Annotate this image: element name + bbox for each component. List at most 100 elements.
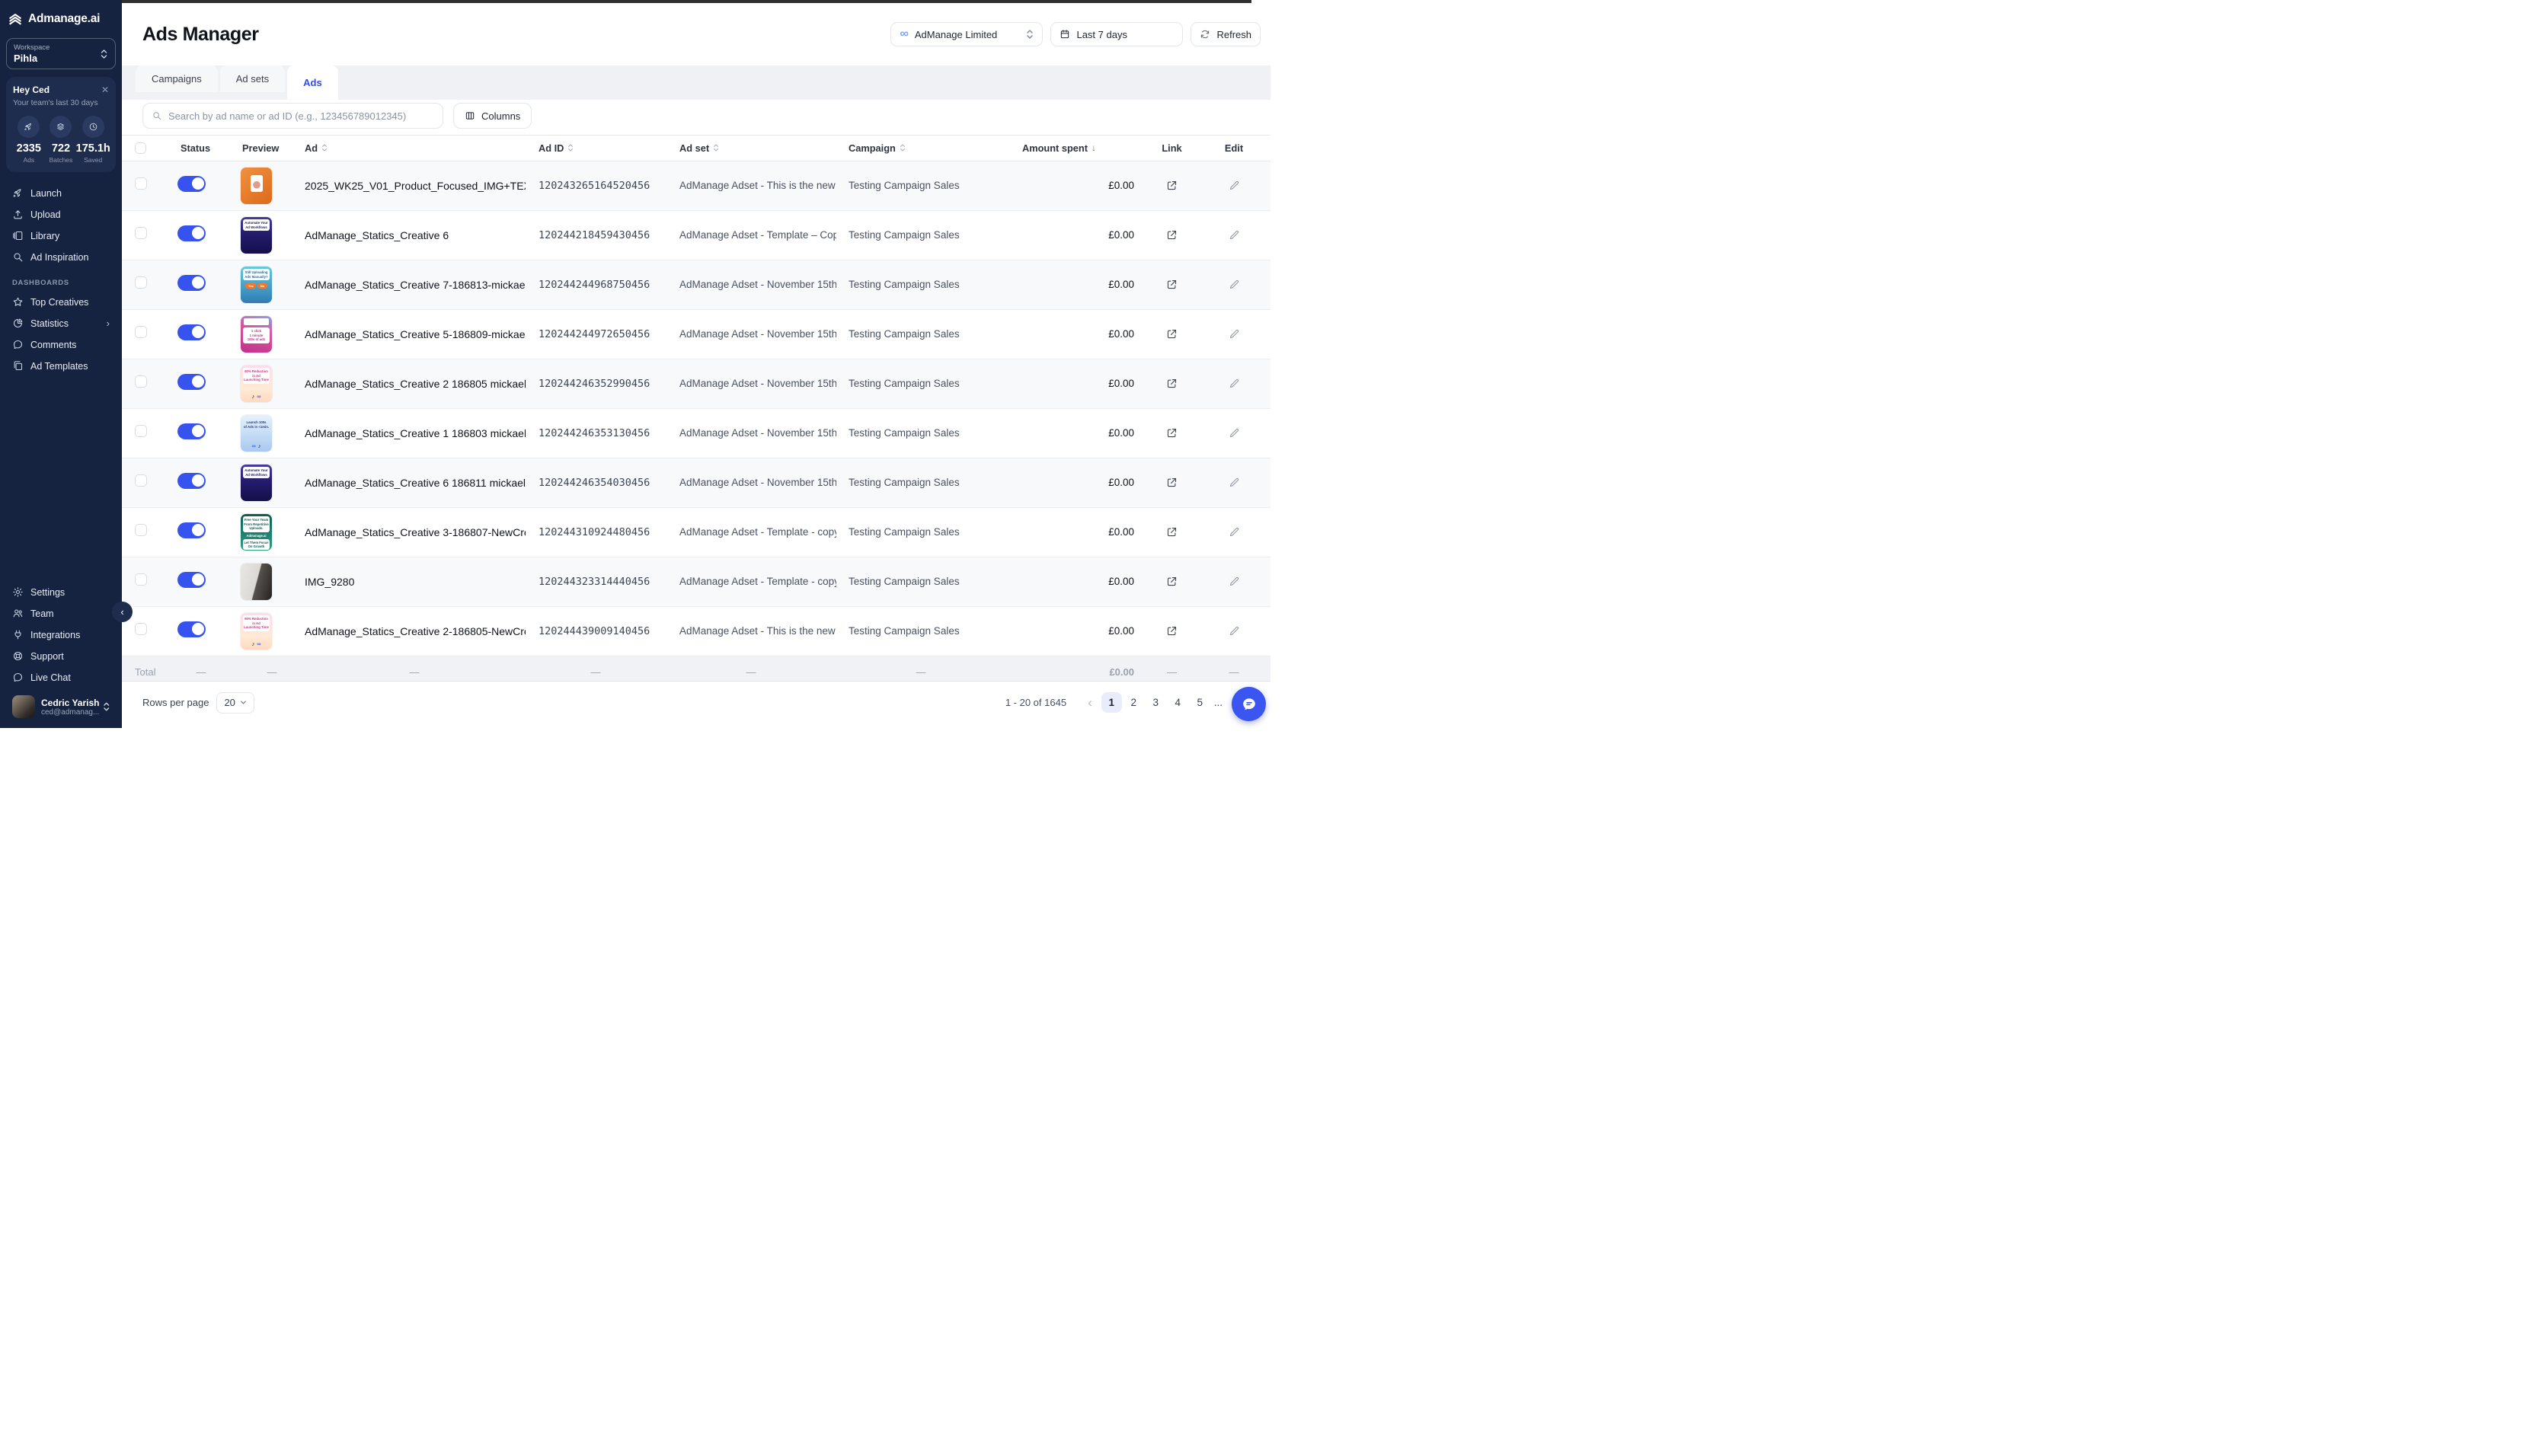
sidebar-item-top-creatives[interactable]: Top Creatives — [6, 292, 116, 312]
ad-name[interactable]: 2025_WK25_V01_Product_Focused_IMG+TEXT_( — [303, 180, 526, 192]
status-toggle[interactable] — [177, 423, 206, 439]
edit-pencil-icon[interactable] — [1229, 576, 1240, 587]
status-toggle[interactable] — [177, 324, 206, 340]
sidebar-item-upload[interactable]: Upload — [6, 204, 116, 225]
column-header-ad[interactable]: Ad — [303, 142, 526, 154]
external-link-icon[interactable] — [1166, 576, 1178, 587]
external-link-icon[interactable] — [1166, 229, 1178, 241]
ad-name[interactable]: AdManage_Statics_Creative 6 186811 micka… — [303, 477, 526, 489]
ad-account-selector[interactable]: ∞ AdManage Limited — [890, 22, 1043, 46]
brand-logo[interactable]: Admanage.ai — [0, 0, 122, 37]
ad-preview-thumbnail[interactable]: 90% Reductionin AdLaunching Time♪∞ — [241, 366, 272, 402]
row-checkbox[interactable] — [135, 425, 147, 437]
column-header-ad-id[interactable]: Ad ID — [526, 142, 666, 154]
edit-pencil-icon[interactable] — [1229, 427, 1240, 439]
select-all-checkbox[interactable] — [135, 142, 146, 154]
sidebar-item-integrations[interactable]: Integrations — [6, 624, 116, 645]
search-input[interactable] — [168, 110, 434, 122]
page-4-button[interactable]: 4 — [1168, 692, 1188, 713]
date-range-selector[interactable]: Last 7 days — [1050, 22, 1183, 46]
edit-pencil-icon[interactable] — [1229, 180, 1240, 191]
row-checkbox[interactable] — [135, 573, 147, 586]
ad-preview-thumbnail[interactable] — [241, 168, 272, 204]
status-toggle[interactable] — [177, 473, 206, 489]
status-toggle[interactable] — [177, 275, 206, 291]
ad-name[interactable]: AdManage_Statics_Creative 1 186803 micka… — [303, 427, 526, 439]
external-link-icon[interactable] — [1166, 526, 1178, 538]
tab-ads[interactable]: Ads — [287, 65, 338, 100]
ad-preview-thumbnail[interactable]: Automate YourAd Workflows — [241, 465, 272, 501]
row-checkbox[interactable] — [135, 326, 147, 338]
external-link-icon[interactable] — [1166, 477, 1178, 488]
status-toggle[interactable] — [177, 572, 206, 588]
edit-pencil-icon[interactable] — [1229, 279, 1240, 290]
edit-pencil-icon[interactable] — [1229, 378, 1240, 389]
ad-name[interactable]: AdManage_Statics_Creative 3-186807-NewCr… — [303, 526, 526, 538]
sidebar-item-comments[interactable]: Comments — [6, 334, 116, 355]
edit-pencil-icon[interactable] — [1229, 229, 1240, 241]
previous-page-button[interactable]: ‹ — [1080, 695, 1100, 710]
live-chat-fab[interactable] — [1232, 687, 1266, 721]
sidebar-collapse-button[interactable]: ‹ — [112, 602, 133, 622]
page-2-button[interactable]: 2 — [1123, 692, 1144, 713]
edit-pencil-icon[interactable] — [1229, 477, 1240, 488]
sidebar-item-support[interactable]: Support — [6, 646, 116, 666]
sidebar-item-settings[interactable]: Settings — [6, 582, 116, 602]
page-1-button[interactable]: 1 — [1101, 692, 1122, 713]
row-checkbox[interactable] — [135, 227, 147, 239]
sidebar-item-launch[interactable]: Launch — [6, 183, 116, 203]
sidebar-item-ad-inspiration[interactable]: Ad Inspiration — [6, 247, 116, 267]
row-checkbox[interactable] — [135, 474, 147, 487]
external-link-icon[interactable] — [1166, 328, 1178, 340]
refresh-button[interactable]: Refresh — [1191, 22, 1261, 46]
page-3-button[interactable]: 3 — [1146, 692, 1166, 713]
ad-preview-thumbnail[interactable] — [241, 564, 272, 600]
close-icon[interactable]: ✕ — [101, 85, 109, 94]
page-5-button[interactable]: 5 — [1190, 692, 1210, 713]
tab-ad-sets[interactable]: Ad sets — [220, 65, 285, 92]
ad-name[interactable]: IMG_9280 — [303, 576, 526, 588]
external-link-icon[interactable] — [1166, 378, 1178, 389]
ad-name[interactable]: AdManage_Statics_Creative 2 186805 micka… — [303, 378, 526, 390]
column-header-status[interactable]: Status — [161, 142, 241, 154]
status-toggle[interactable] — [177, 522, 206, 538]
edit-pencil-icon[interactable] — [1229, 328, 1240, 340]
edit-pencil-icon[interactable] — [1229, 625, 1240, 637]
status-toggle[interactable] — [177, 176, 206, 192]
ad-name[interactable]: AdManage_Statics_Creative 2-186805-NewCr… — [303, 625, 526, 637]
sidebar-item-ad-templates[interactable]: Ad Templates — [6, 356, 116, 376]
external-link-icon[interactable] — [1166, 427, 1178, 439]
status-toggle[interactable] — [177, 621, 206, 637]
ad-preview-thumbnail[interactable]: Automate YourAd Workflows — [241, 217, 272, 254]
ad-preview-thumbnail[interactable]: Launch 100sof Ads in <1min.∞♪ — [241, 415, 272, 452]
ad-preview-thumbnail[interactable]: Still UploadingAds Manually?YesNo — [241, 267, 272, 303]
ad-name[interactable]: AdManage_Statics_Creative 5-186809-micka… — [303, 328, 526, 340]
column-header-amount-spent[interactable]: Amount spent ↓ — [1005, 142, 1146, 154]
ad-preview-thumbnail[interactable]: 1 click1 minute100s of ads — [241, 316, 272, 353]
row-checkbox[interactable] — [135, 177, 147, 190]
row-checkbox[interactable] — [135, 623, 147, 635]
row-checkbox[interactable] — [135, 524, 147, 536]
tab-campaigns[interactable]: Campaigns — [136, 65, 218, 92]
row-checkbox[interactable] — [135, 276, 147, 289]
sidebar-item-team[interactable]: Team — [6, 603, 116, 624]
sidebar-item-live-chat[interactable]: Live Chat — [6, 667, 116, 688]
user-menu[interactable]: Cedric Yarish ced@admanag... — [6, 688, 116, 728]
columns-button[interactable]: Columns — [453, 103, 532, 129]
ad-name[interactable]: AdManage_Statics_Creative 6 — [303, 229, 526, 241]
edit-pencil-icon[interactable] — [1229, 526, 1240, 538]
column-header-campaign[interactable]: Campaign — [836, 142, 1005, 154]
ad-preview-thumbnail[interactable]: 90% Reductionin AdLaunching Time♪∞ — [241, 613, 272, 650]
sidebar-item-library[interactable]: Library — [6, 225, 116, 246]
workspace-selector[interactable]: Workspace Pihla — [6, 38, 116, 69]
sidebar-item-statistics[interactable]: Statistics › — [6, 313, 116, 334]
rows-per-page-select[interactable]: 20 — [216, 692, 254, 714]
external-link-icon[interactable] — [1166, 625, 1178, 637]
ad-preview-thumbnail[interactable]: Free Your TeamFrom RepetitiveUploads.Adm… — [241, 514, 272, 551]
status-toggle[interactable] — [177, 225, 206, 241]
row-checkbox[interactable] — [135, 375, 147, 388]
ad-name[interactable]: AdManage_Statics_Creative 7-186813-micka… — [303, 279, 526, 291]
status-toggle[interactable] — [177, 374, 206, 390]
external-link-icon[interactable] — [1166, 279, 1178, 290]
column-header-ad-set[interactable]: Ad set — [666, 142, 836, 154]
